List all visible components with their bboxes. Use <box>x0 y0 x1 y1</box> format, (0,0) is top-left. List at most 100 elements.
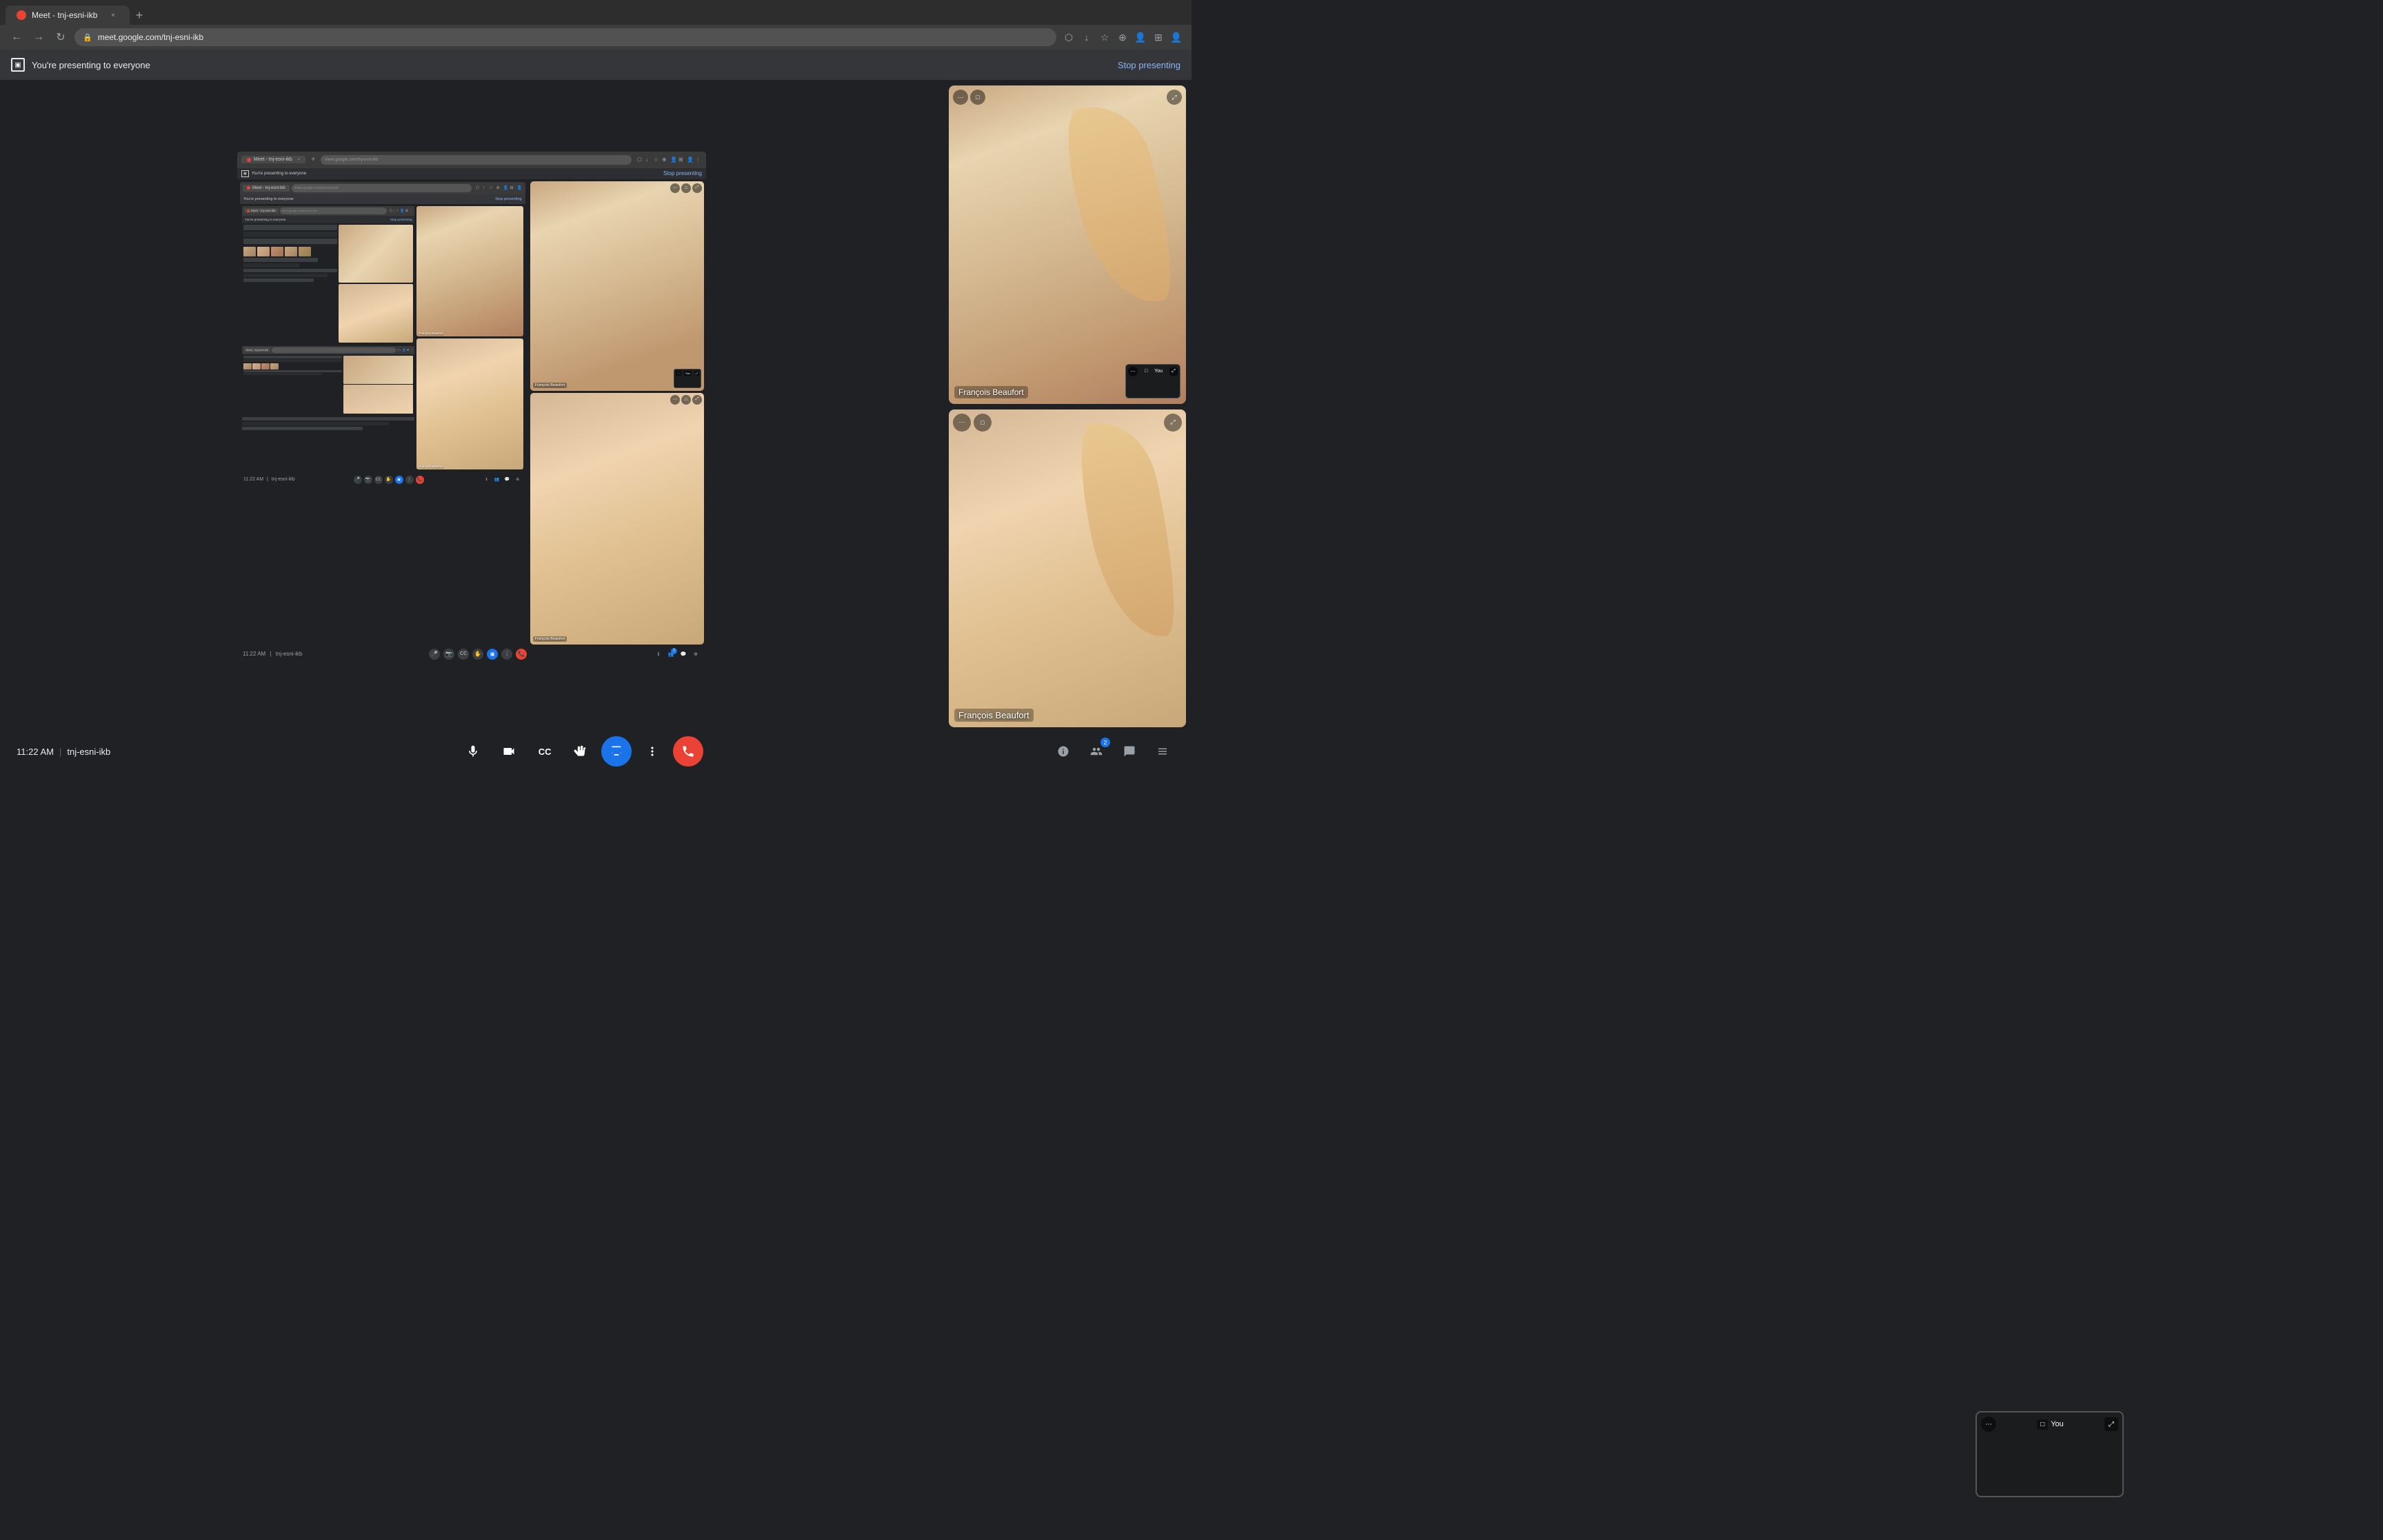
nested-icon-5[interactable]: 👤 <box>670 156 677 163</box>
nested-you-expand[interactable]: ⤢ <box>694 371 699 376</box>
sub-url[interactable] <box>272 347 396 353</box>
nested-tile-pip-2[interactable]: □ <box>681 395 691 405</box>
nested-bottom-toolbar: 11:22 AM | tnj-esni-ikb 🎤 📷 CC ✋ ▣ ⋮ 📞 <box>240 473 525 487</box>
nested-tile-pip[interactable]: □ <box>681 183 691 193</box>
deep-tb-3[interactable]: ☆ <box>490 185 495 191</box>
nested-icon-3[interactable]: ☆ <box>654 156 661 163</box>
captions-button[interactable]: CC <box>530 736 560 767</box>
browser-tab[interactable]: Meet - tnj-esni-ikb × <box>6 6 130 25</box>
save-icon[interactable]: ↓ <box>1080 30 1094 44</box>
end-call-button[interactable] <box>673 736 703 767</box>
nested-info-btn[interactable]: ℹ <box>483 476 491 484</box>
nested-icon-6[interactable]: ⊞ <box>678 156 685 163</box>
deep-url-bar[interactable]: meet.google.com/tnj-esni-ikb <box>292 184 472 192</box>
chat-button[interactable] <box>1117 739 1142 764</box>
profile2-icon[interactable]: 👤 <box>1169 30 1183 44</box>
camera-button[interactable] <box>494 736 524 767</box>
deep-tb-4[interactable]: ⊕ <box>496 185 502 191</box>
nested-more-btn[interactable]: ⋮ <box>405 476 414 484</box>
you-overlay-expand[interactable]: ⤢ <box>1169 367 1178 376</box>
nested-main-end[interactable]: 📞 <box>516 649 527 660</box>
activities-button[interactable] <box>1150 739 1175 764</box>
nested-new-tab[interactable]: + <box>308 155 318 165</box>
nested-tile-more[interactable]: ⋯ <box>670 183 680 193</box>
nested-main-activities[interactable]: ⊕ <box>691 649 701 659</box>
deeper-icons: ⬡ ↓ ☆ 👤 ⊞ ⋮ <box>390 209 413 213</box>
deep-tb-1[interactable]: ⬡ <box>476 185 481 191</box>
tab-close-button[interactable]: × <box>108 10 119 21</box>
star-icon[interactable]: ☆ <box>1098 30 1112 44</box>
deep-tb-7[interactable]: 👤 <box>517 185 523 191</box>
nested-icon-4[interactable]: ⊕ <box>662 156 669 163</box>
content-line-6 <box>243 269 337 272</box>
deep-tb-5[interactable]: 👤 <box>503 185 509 191</box>
nested-main-mic[interactable]: 🎤 <box>429 649 440 660</box>
nested-sep: | <box>267 477 268 482</box>
deep-banner-msg: You're presenting to everyone <box>243 197 294 201</box>
nested-you-dots[interactable]: ⋯ <box>676 371 681 376</box>
people-button[interactable]: 2 <box>1084 739 1109 764</box>
deep-tb-6[interactable]: ⊞ <box>510 185 516 191</box>
forward-button[interactable]: → <box>30 29 47 45</box>
address-bar[interactable]: 🔒 meet.google.com/tnj-esni-ikb <box>74 28 1056 46</box>
nested-main-cc[interactable]: CC <box>458 649 469 660</box>
nested-icon-7[interactable]: 👤 <box>687 156 694 163</box>
extension-icon[interactable]: ⊕ <box>1116 30 1129 44</box>
nested-tile-expand-2[interactable]: ⤢ <box>692 395 702 405</box>
nested-main-chat[interactable]: 💬 <box>678 649 688 659</box>
browser-tabs: Meet - tnj-esni-ikb × + <box>0 0 1192 25</box>
nested-cam-btn[interactable]: 📷 <box>364 476 372 484</box>
nested-hand-btn[interactable]: ✋ <box>385 476 393 484</box>
nested-chat-btn[interactable]: 💬 <box>503 476 512 484</box>
nested-tile-more-2[interactable]: ⋯ <box>670 395 680 405</box>
francois-medium-expand[interactable]: ⤢ <box>1167 90 1182 105</box>
split-view-icon[interactable]: ⊞ <box>1152 30 1165 44</box>
deeper-stop[interactable]: Stop presenting <box>390 218 412 221</box>
nested-main-people[interactable]: 👥 2 <box>666 649 676 659</box>
nested-tile-expand[interactable]: ⤢ <box>692 183 702 193</box>
nested-stop-btn[interactable]: Stop presenting <box>663 170 702 176</box>
nested-main-info[interactable]: ℹ <box>654 649 663 659</box>
nested-people-btn[interactable]: 👥 <box>493 476 501 484</box>
you-tile-dots[interactable]: ⋯ <box>1981 1417 1996 1432</box>
deep-tb-2[interactable]: ↓ <box>483 185 488 191</box>
reload-button[interactable]: ↻ <box>52 29 69 45</box>
info-button[interactable] <box>1051 739 1076 764</box>
nested-present-btn[interactable]: ▣ <box>395 476 403 484</box>
nested-main-present[interactable]: ▣ <box>487 649 498 660</box>
francois-medium-pip[interactable]: □ <box>970 90 985 105</box>
nested-end-btn[interactable]: 📞 <box>416 476 424 484</box>
nested-francois-large: François Beaufort ⋯ □ ⤢ <box>530 393 704 645</box>
cast-icon[interactable]: ⬡ <box>1062 30 1076 44</box>
nested-main-hand[interactable]: ✋ <box>472 649 483 660</box>
nested-activity-btn[interactable]: ⊕ <box>514 476 522 484</box>
deep-stop-btn[interactable]: Stop presenting <box>495 197 522 201</box>
nested-main-more[interactable]: ⋮ <box>501 649 512 660</box>
francois-large-more[interactable]: ⋯ <box>953 414 971 432</box>
nested-people-badge: 2 <box>671 648 677 654</box>
nested-cc-btn[interactable]: CC <box>374 476 383 484</box>
present-button[interactable] <box>601 736 632 767</box>
nested-url-bar[interactable]: meet.google.com/tnj-esni-ikb <box>321 155 632 165</box>
nested-icon-more[interactable]: ⋮ <box>695 156 702 163</box>
more-options-button[interactable] <box>637 736 667 767</box>
nested-icon-2[interactable]: ↓ <box>645 156 652 163</box>
francois-large-pip[interactable]: □ <box>974 414 992 432</box>
nested-tile-controls-2: ⋯ □ ⤢ <box>670 395 702 405</box>
deeper-tab-txt: Meet - tnj-esni-ikb <box>251 209 276 212</box>
you-tile-expand[interactable]: ⤢ <box>2104 1417 2118 1431</box>
stop-presenting-button[interactable]: Stop presenting <box>1118 60 1180 70</box>
deep-browser: Meet - tnj-esni-ikb meet.google.com/tnj-… <box>240 182 525 194</box>
mic-button[interactable] <box>458 736 488 767</box>
back-button[interactable]: ← <box>8 29 25 45</box>
deeper-url[interactable]: meet.google.com/tnj-esni-ikb <box>280 207 387 214</box>
nested-main-cam[interactable]: 📷 <box>443 649 454 660</box>
profile-icon[interactable]: 👤 <box>1134 30 1147 44</box>
you-overlay-dots[interactable]: ⋯ <box>1128 367 1138 376</box>
raise-hand-button[interactable] <box>565 736 596 767</box>
nested-icon-1[interactable]: ⬡ <box>637 156 644 163</box>
francois-large-expand[interactable]: ⤢ <box>1164 414 1182 432</box>
francois-medium-more[interactable]: ⋯ <box>953 90 968 105</box>
new-tab-button[interactable]: + <box>130 6 149 25</box>
nested-mic-btn[interactable]: 🎤 <box>354 476 362 484</box>
